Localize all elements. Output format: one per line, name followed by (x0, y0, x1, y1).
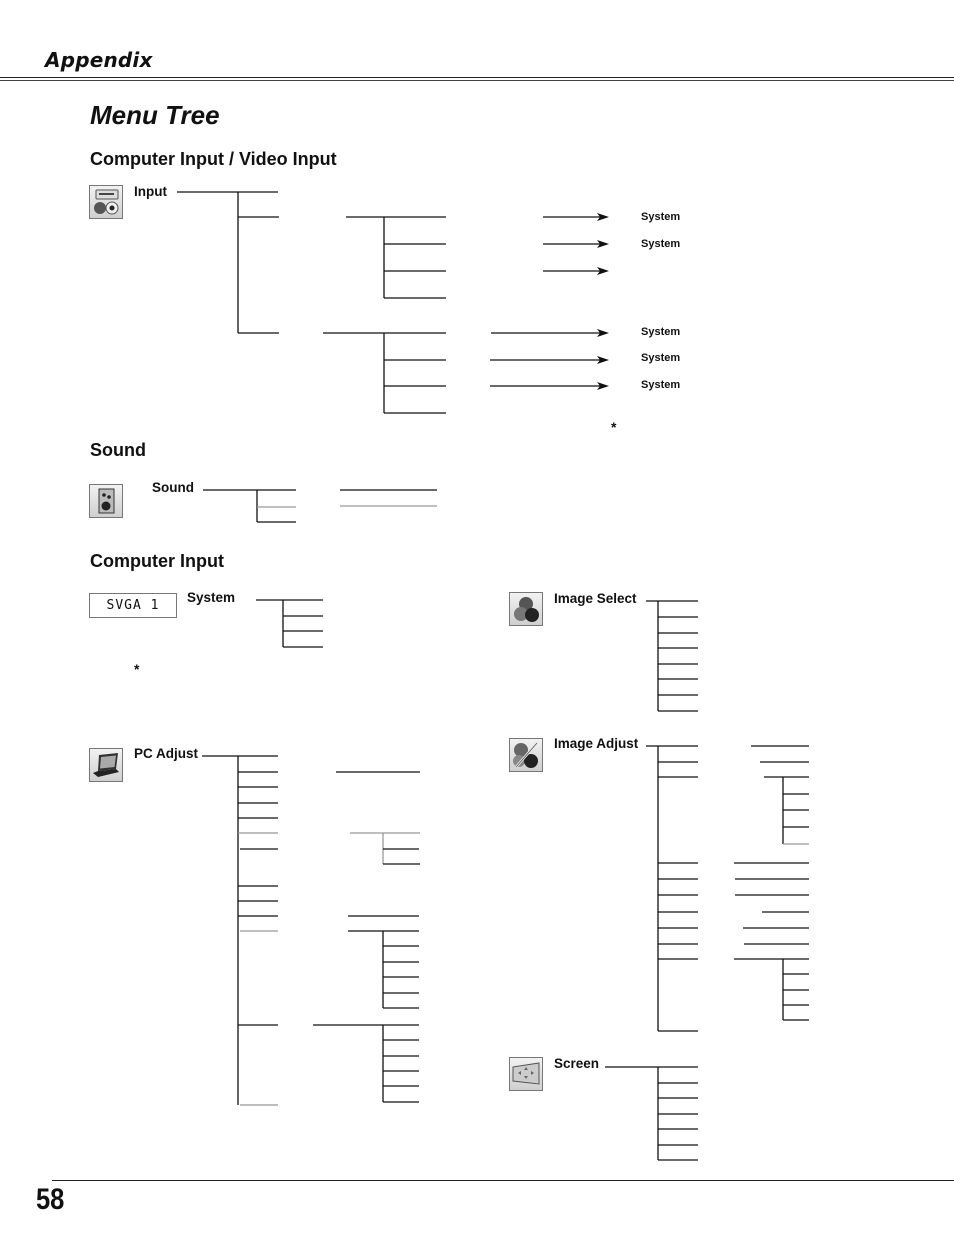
menu-tree-connectors (177, 191, 809, 1161)
footer-rule (52, 1180, 954, 1181)
page-number: 58 (36, 1183, 65, 1216)
